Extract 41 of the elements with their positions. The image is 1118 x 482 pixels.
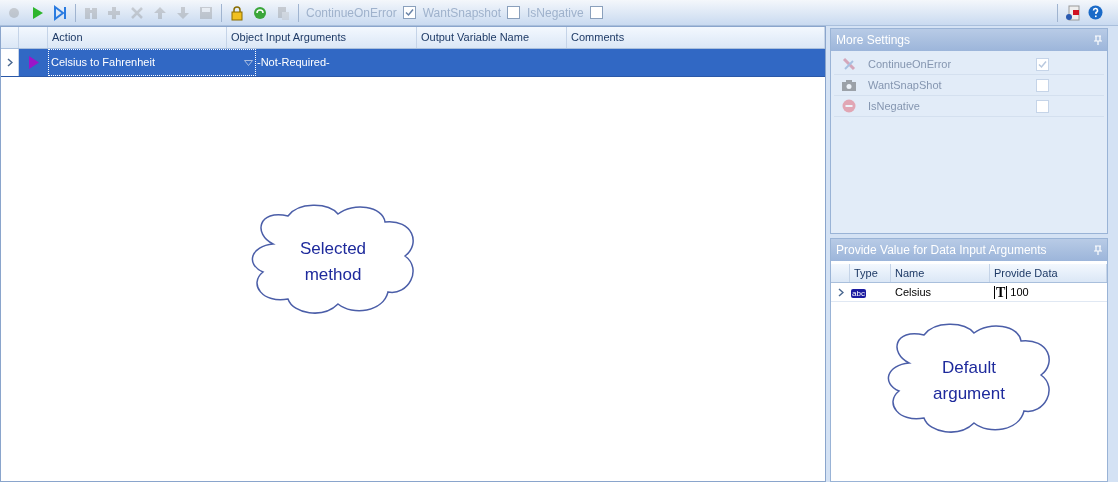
column-header[interactable]: Comments (567, 29, 629, 46)
camera-icon (842, 79, 856, 91)
column-header[interactable]: Object Input Arguments (227, 29, 350, 46)
step-icon[interactable] (52, 4, 68, 21)
dropdown-icon[interactable] (244, 59, 253, 66)
play-icon (28, 56, 39, 69)
row-pointer-icon (6, 58, 13, 67)
table-cell: -Not-Required- (257, 56, 330, 69)
checkbox[interactable] (507, 6, 520, 19)
column-header[interactable]: Name (891, 264, 929, 282)
pin-icon[interactable] (1094, 245, 1102, 255)
setting-label: WantSnapShot (868, 77, 943, 93)
option-label: ContinueOnError (306, 4, 397, 22)
column-header[interactable]: Output Variable Name (417, 29, 534, 46)
setting-label: IsNegative (868, 98, 921, 114)
table-cell: Celsius (895, 285, 932, 298)
pin-icon[interactable] (1094, 35, 1102, 45)
callout-text: Selected method (298, 237, 368, 286)
type-badge: abc (851, 288, 866, 298)
column-header[interactable]: Provide Data (990, 264, 1062, 282)
table-cell-text: 100 (1010, 284, 1029, 300)
checkbox[interactable] (589, 6, 603, 19)
checkbox[interactable] (402, 6, 416, 19)
table-cell-text: Celsius to Fahrenheit (51, 55, 155, 71)
document-icon[interactable] (1065, 4, 1081, 21)
checkbox[interactable] (1036, 99, 1049, 113)
setting-label: ContinueOnError (868, 56, 953, 72)
option-label: IsNegative (527, 4, 584, 22)
row-pointer-icon (837, 287, 844, 297)
callout-text: Default argument (932, 356, 1006, 405)
panel-title: Provide Value for Data Input Arguments (836, 242, 1047, 259)
column-header[interactable]: Action (48, 29, 87, 46)
option-label: WantSnapshot (422, 4, 501, 22)
checkbox[interactable] (1036, 78, 1049, 92)
minus-circle-icon (842, 99, 856, 113)
checkbox[interactable] (1036, 57, 1049, 71)
help-icon[interactable] (1088, 5, 1103, 20)
table-row[interactable]: Celsius to Fahrenheit -Not-Required- (1, 49, 825, 77)
column-header[interactable]: Type (850, 264, 882, 282)
panel-title: More Settings (836, 32, 911, 49)
lock-icon[interactable] (229, 4, 245, 21)
